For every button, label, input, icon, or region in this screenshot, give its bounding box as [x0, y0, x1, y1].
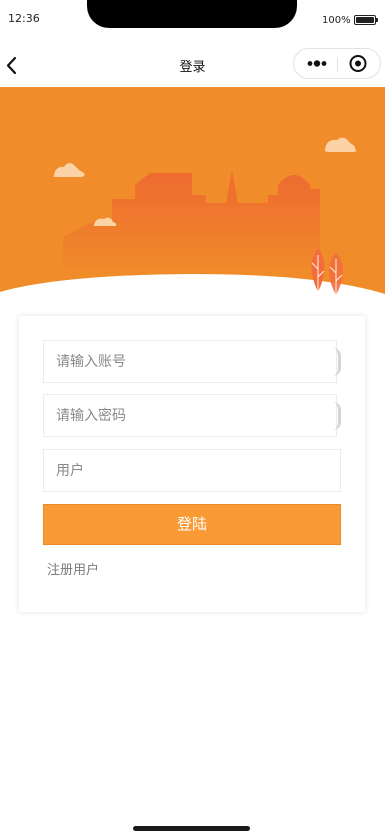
- device-notch: [87, 0, 297, 28]
- target-circle-icon: [349, 55, 367, 72]
- account-input[interactable]: [43, 340, 337, 383]
- home-indicator: [133, 826, 250, 831]
- role-select[interactable]: [43, 449, 341, 492]
- more-button[interactable]: [304, 49, 334, 78]
- more-dots-icon: [307, 60, 327, 67]
- status-bar: 12:36 100%: [0, 0, 385, 40]
- password-input[interactable]: [43, 394, 337, 437]
- header-banner: [0, 87, 385, 302]
- city-illustration: [0, 87, 385, 302]
- register-link[interactable]: 注册用户: [47, 559, 99, 578]
- battery-percent: 100%: [322, 15, 351, 26]
- close-program-button[interactable]: [346, 49, 376, 78]
- battery-icon: [354, 15, 378, 25]
- password-field-wrapper: [43, 394, 341, 437]
- field-edge-decoration: [333, 402, 341, 430]
- mini-program-capsule: [293, 48, 381, 79]
- role-field-wrapper: [43, 449, 341, 492]
- capsule-divider: [337, 57, 338, 72]
- field-edge-decoration: [333, 348, 341, 376]
- navigation-bar: 登录: [0, 40, 385, 87]
- login-card: 登陆 注册用户: [19, 316, 365, 612]
- status-time: 12:36: [8, 12, 40, 25]
- login-button[interactable]: 登陆: [43, 504, 341, 545]
- account-field-wrapper: [43, 340, 341, 383]
